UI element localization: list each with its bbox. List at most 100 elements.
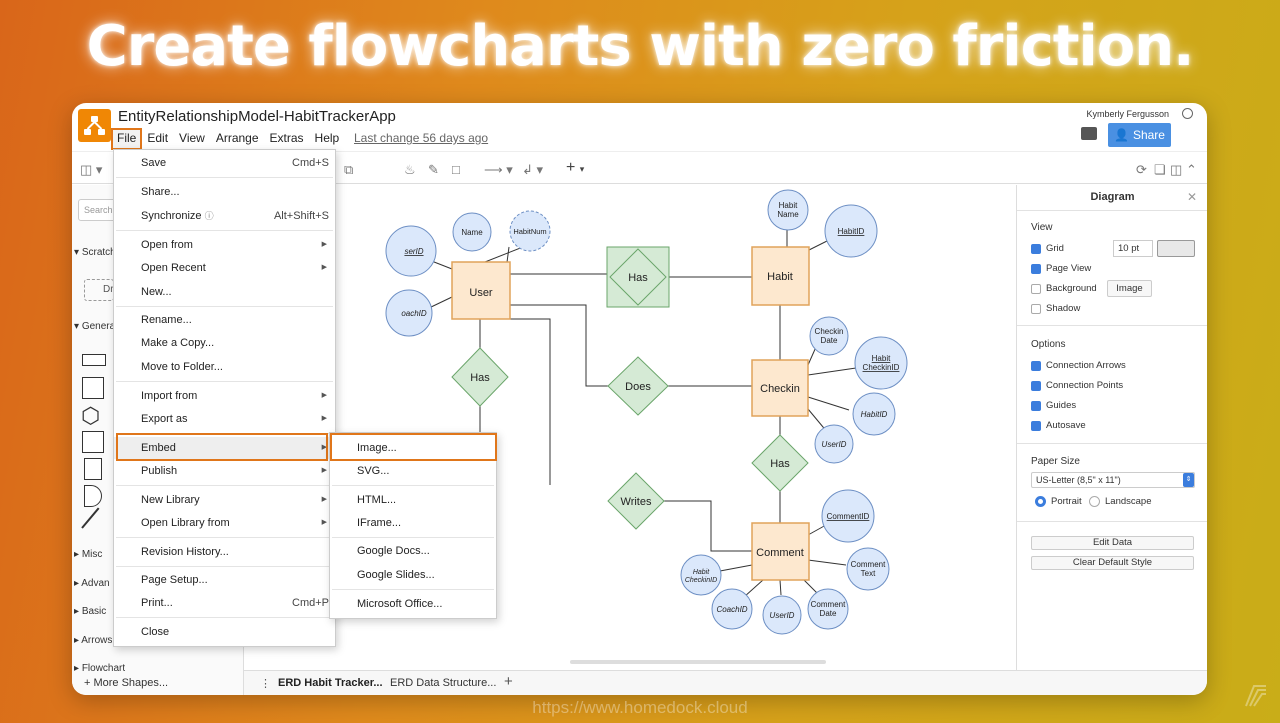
sync-icon[interactable]: ⟳ — [1136, 162, 1147, 178]
shadow-checkbox[interactable]: Shadow — [1031, 303, 1080, 314]
menu-item-page-setup[interactable]: Page Setup... — [114, 569, 335, 591]
basic-header[interactable]: ▸ Basic — [74, 606, 106, 617]
panel-toggle-icon[interactable]: ◫ ▾ — [80, 162, 102, 178]
menu-item-make-copy[interactable]: Make a Copy... — [114, 332, 335, 354]
page-tab-erd-data[interactable]: ERD Data Structure... — [390, 677, 496, 689]
comment-icon[interactable] — [1081, 127, 1097, 140]
attr-comment-text[interactable]: CommentText — [846, 547, 890, 591]
table-shape[interactable] — [82, 431, 104, 453]
menu-item-rename[interactable]: Rename... — [114, 309, 335, 331]
menu-item-save[interactable]: Save Cmd+S — [114, 152, 335, 174]
document-title[interactable]: EntityRelationshipModel-HabitTrackerApp — [118, 108, 396, 125]
clear-default-style-button[interactable]: Clear Default Style — [1031, 556, 1194, 570]
attr-comment-habit-checkinid[interactable]: HabitCheckinID — [680, 554, 722, 596]
attr-comment-date[interactable]: CommentDate — [807, 588, 849, 630]
misc-header[interactable]: ▸ Misc — [74, 549, 102, 560]
menu-item-open-recent[interactable]: Open Recent ▶ — [114, 257, 335, 279]
line-shape[interactable] — [81, 507, 100, 529]
page-view-checkbox[interactable]: Page View — [1031, 263, 1091, 274]
attr-comment-userid[interactable]: UserID — [762, 595, 802, 635]
relation-has-checkin[interactable]: Has — [751, 434, 809, 492]
embed-item-iframe[interactable]: IFrame... — [330, 512, 496, 534]
arrows-header[interactable]: ▸ Arrows — [74, 635, 112, 646]
connection-icon[interactable]: ⟶ ▾ — [484, 162, 513, 178]
globe-icon[interactable] — [1182, 108, 1193, 119]
relation-does[interactable]: Does — [607, 356, 669, 416]
shadow-icon[interactable]: □ — [452, 162, 460, 177]
menu-extras[interactable]: Extras — [265, 129, 309, 149]
autosave-checkbox[interactable]: Autosave — [1031, 420, 1086, 431]
general-header[interactable]: ▾ Genera — [74, 321, 115, 332]
embed-item-html[interactable]: HTML... — [330, 489, 496, 511]
portrait-radio[interactable]: Portrait — [1035, 496, 1082, 507]
add-page-icon[interactable]: + — [504, 673, 513, 690]
menu-view[interactable]: View — [174, 129, 210, 149]
horizontal-scrollbar[interactable] — [570, 660, 826, 664]
scratchpad-header[interactable]: ▾ Scratch — [74, 247, 116, 258]
menu-item-print[interactable]: Print... Cmd+P — [114, 592, 335, 614]
hexagon-shape[interactable]: ⬡ — [81, 405, 100, 427]
scratchpad-drop-area[interactable]: Dr — [84, 279, 114, 301]
paper-size-select[interactable]: US-Letter (8,5" x 11") ⇕ — [1031, 472, 1195, 488]
more-shapes-button[interactable]: + More Shapes... — [84, 677, 168, 689]
relation-has-user[interactable]: Has — [451, 347, 509, 407]
embed-item-svg[interactable]: SVG... — [330, 460, 496, 482]
grid-size-input[interactable]: 10 pt — [1113, 240, 1153, 257]
menu-edit[interactable]: Edit — [142, 129, 173, 149]
menu-item-move-folder[interactable]: Move to Folder... — [114, 356, 335, 378]
menu-item-synchronize[interactable]: Synchronize ⓘ Alt+Shift+S — [114, 205, 335, 227]
advanced-header[interactable]: ▸ Advan — [74, 578, 110, 589]
attr-habitid[interactable]: HabitID — [824, 204, 878, 258]
square-shape[interactable] — [82, 377, 104, 399]
attr-checkin-habitid[interactable]: HabitID — [852, 392, 896, 436]
menu-item-publish[interactable]: Publish ▶ — [114, 460, 335, 482]
menu-help[interactable]: Help — [310, 129, 345, 149]
fill-color-icon[interactable]: ♨ — [404, 162, 416, 178]
menu-item-revision-history[interactable]: Revision History... — [114, 541, 335, 563]
attr-coachid[interactable]: oachID — [385, 289, 433, 337]
waypoints-icon[interactable]: ↲ ▾ — [522, 162, 543, 178]
menu-arrange[interactable]: Arrange — [211, 129, 264, 149]
page-tab-erd-habit[interactable]: ERD Habit Tracker... — [278, 677, 383, 689]
menu-item-share[interactable]: Share... — [114, 181, 335, 203]
attr-userid[interactable]: serID — [385, 225, 437, 277]
entity-checkin[interactable]: Checkin — [751, 359, 809, 417]
menu-file[interactable]: File — [110, 128, 143, 150]
menu-item-new-library[interactable]: New Library ▶ — [114, 489, 335, 511]
line-color-icon[interactable]: ✎ — [428, 162, 439, 178]
embed-item-google-slides[interactable]: Google Slides... — [330, 564, 496, 586]
attr-habitnum[interactable]: HabitNum — [509, 210, 551, 252]
last-change-link[interactable]: Last change 56 days ago — [354, 131, 488, 145]
grid-checkbox[interactable]: Grid — [1031, 243, 1064, 254]
flowchart-header[interactable]: ▸ Flowchart — [74, 663, 125, 671]
menu-item-open-library[interactable]: Open Library from ▶ — [114, 512, 335, 534]
insert-icon[interactable]: + ▾ — [566, 159, 584, 177]
collapse-icon[interactable]: ⌃ — [1186, 162, 1197, 178]
user-name[interactable]: Kymberly Fergusson — [1086, 109, 1169, 119]
pages-menu-icon[interactable]: ⋮ — [260, 677, 271, 690]
relation-writes[interactable]: Writes — [607, 472, 665, 530]
menu-item-export-as[interactable]: Export as ▶ — [114, 408, 335, 430]
half-circle-shape[interactable] — [84, 485, 102, 507]
relation-has-habit[interactable]: Has — [606, 246, 670, 308]
rectangle-shape[interactable] — [82, 354, 106, 366]
attr-checkin-date[interactable]: CheckinDate — [809, 316, 849, 356]
entity-comment[interactable]: Comment — [751, 522, 810, 581]
format-panel-icon[interactable]: ◫ — [1170, 162, 1182, 178]
attr-name[interactable]: Name — [452, 212, 492, 252]
menu-item-open-from[interactable]: Open from ▶ — [114, 234, 335, 256]
duplicate-icon[interactable]: ⧉ — [344, 162, 353, 178]
guides-checkbox[interactable]: Guides — [1031, 400, 1076, 411]
menu-item-import-from[interactable]: Import from ▶ — [114, 385, 335, 407]
share-button[interactable]: 👤 Share — [1108, 123, 1171, 147]
attr-checkin-userid[interactable]: UserID — [814, 424, 854, 464]
background-checkbox[interactable]: Background — [1031, 283, 1097, 294]
embed-item-google-docs[interactable]: Google Docs... — [330, 540, 496, 562]
entity-habit[interactable]: Habit — [751, 246, 810, 306]
attr-habit-name[interactable]: HabitName — [767, 189, 809, 231]
close-icon[interactable]: ✕ — [1187, 190, 1197, 204]
edit-data-button[interactable]: Edit Data — [1031, 536, 1194, 550]
background-image-button[interactable]: Image — [1107, 280, 1152, 297]
grid-color-swatch[interactable] — [1157, 240, 1195, 257]
attr-commentid[interactable]: CommentID — [821, 489, 875, 543]
